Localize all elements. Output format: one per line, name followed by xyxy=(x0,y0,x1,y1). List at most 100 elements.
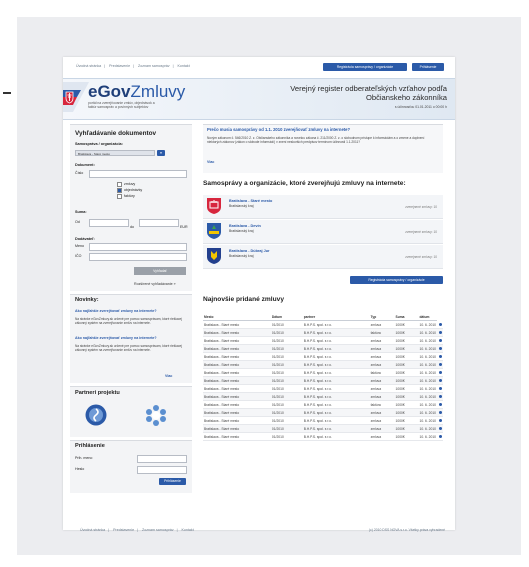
detail-dot-icon[interactable] xyxy=(439,355,442,359)
top-navigation: Úvodná stránka | Predstavenie | Zoznam sam… xyxy=(76,64,190,68)
table-row[interactable]: Bratislava - Staré mesto 01/2010 B.H.P.S. … xyxy=(203,328,443,337)
nav-link-contact[interactable]: Kontakt xyxy=(178,64,190,68)
table-cell: 10. 6. 2010 xyxy=(418,336,437,345)
table-row[interactable]: Bratislava - Staré mesto 01/2010 B.H.P.S. … xyxy=(203,344,443,353)
detail-dot-icon[interactable] xyxy=(439,395,442,399)
footer-link-home[interactable]: Úvodná stránka xyxy=(80,528,105,532)
detail-dot-icon[interactable] xyxy=(439,331,442,335)
detail-dot-icon[interactable] xyxy=(439,411,442,415)
detail-dot-icon[interactable] xyxy=(439,427,442,431)
table-row[interactable]: Bratislava - Staré mesto 01/2010 B.H.P.S. … xyxy=(203,416,443,425)
login-button[interactable]: Prihlásenie xyxy=(159,478,186,485)
table-row[interactable]: Bratislava - Staré mesto 01/2010 B.H.P.S. … xyxy=(203,384,443,393)
detail-dot-icon[interactable] xyxy=(439,387,442,391)
table-row[interactable]: Bratislava - Staré mesto 01/2010 B.H.P.S. … xyxy=(203,400,443,409)
news-link-2[interactable]: Ako najľahšie zverejňovať zmluvy na inte… xyxy=(75,336,175,340)
table-row[interactable]: Bratislava - Staré mesto 01/2010 B.H.P.S. … xyxy=(203,424,443,433)
nav-link-list[interactable]: Zoznam samospráv xyxy=(138,64,170,68)
table-cell: B.H.P.S. spol. s r.o. xyxy=(302,432,370,441)
table-cell: B.H.P.S. spol. s r.o. xyxy=(302,416,370,425)
table-row[interactable]: Bratislava - Staré mesto 01/2010 B.H.P.S. … xyxy=(203,392,443,401)
org-name-3[interactable]: Bratislava - Dúbraj Jur xyxy=(229,249,270,253)
table-cell: Bratislava - Staré mesto xyxy=(203,336,271,345)
table-row[interactable]: Bratislava - Staré mesto 01/2010 B.H.P.S. … xyxy=(203,360,443,369)
top-login-button[interactable]: Prihlásenie xyxy=(412,63,444,71)
detail-dot-icon[interactable] xyxy=(439,322,442,326)
partner-logo-2-icon[interactable] xyxy=(145,404,167,426)
col-sum[interactable]: Suma xyxy=(394,313,419,321)
search-button[interactable]: Vyhľadať xyxy=(134,267,186,275)
detail-dot-icon[interactable] xyxy=(439,403,442,407)
footer-link-about[interactable]: Predstavenie xyxy=(113,528,134,532)
table-row[interactable]: Bratislava - Staré mesto 01/2010 B.H.P.S. … xyxy=(203,368,443,377)
table-cell: 01/2010 xyxy=(270,416,303,425)
detail-dot-icon[interactable] xyxy=(439,347,442,351)
table-row[interactable]: Bratislava - Staré mesto 01/2010 B.H.P.S. … xyxy=(203,408,443,417)
sum-from-label: Od xyxy=(75,220,80,224)
footer-link-list[interactable]: Zoznam samospráv xyxy=(142,528,174,532)
table-cell: 10. 6. 2010 xyxy=(418,368,437,377)
login-pass-label: Heslo xyxy=(75,467,85,471)
number-label: Číslo xyxy=(75,171,84,175)
col-type[interactable]: Typ xyxy=(369,313,395,321)
intro-link[interactable]: Prečo musia samosprávy od 1.1. 2010 zver… xyxy=(207,127,437,132)
orgs-title: Samosprávy a organizácie, ktoré zverejňu… xyxy=(203,180,406,187)
intro-more-link[interactable]: Viac xyxy=(207,160,214,164)
org-row-3[interactable]: Bratislava - Dúbraj Jur Bratislavský kra… xyxy=(203,245,443,269)
nav-link-about[interactable]: Predstavenie xyxy=(109,64,130,68)
type-checkbox-invoices[interactable] xyxy=(117,194,122,199)
col-city[interactable]: Mesto xyxy=(203,313,271,321)
col-added[interactable]: dátum xyxy=(418,313,437,321)
detail-dot-icon[interactable] xyxy=(439,371,442,375)
login-user-input[interactable] xyxy=(137,455,187,463)
type-checkbox-orders[interactable] xyxy=(117,188,122,193)
detail-dot-icon[interactable] xyxy=(439,435,442,439)
footer-link-contact[interactable]: Kontakt xyxy=(182,528,194,532)
org-name-1[interactable]: Bratislava - Staré mesto xyxy=(229,199,272,203)
table-row[interactable]: Bratislava - Staré mesto 01/2010 B.H.P.S. … xyxy=(203,352,443,361)
org-select-chevron-icon[interactable]: ▾ xyxy=(157,150,165,156)
nav-link-home[interactable]: Úvodná stránka xyxy=(76,64,101,68)
table-cell: B.H.P.S. spol. s r.o. xyxy=(302,320,370,329)
table-cell: B.H.P.S. spol. s r.o. xyxy=(302,344,370,353)
table-row[interactable]: Bratislava - Staré mesto 01/2010 B.H.P.S. … xyxy=(203,336,443,345)
detail-dot-icon[interactable] xyxy=(439,339,442,343)
news-more-link[interactable]: Viac xyxy=(165,374,172,378)
top-register-button[interactable]: Registrácia samosprávy / organizácie xyxy=(323,63,407,71)
supplier-ico-input[interactable] xyxy=(89,253,187,261)
contracts-title: Najnovšie pridané zmluvy xyxy=(203,296,284,303)
news-text-1: Na stránke eGovZmluvy.sk určené pre pomo… xyxy=(75,317,182,325)
table-cell: 01/2010 xyxy=(270,320,303,329)
detail-cell xyxy=(437,336,443,345)
table-cell: zmluva xyxy=(369,336,395,345)
supplier-name-input[interactable] xyxy=(89,243,187,251)
table-row[interactable]: Bratislava - Staré mesto 01/2010 B.H.P.S. … xyxy=(203,376,443,385)
sum-from-input[interactable] xyxy=(89,219,129,227)
sum-to-input[interactable] xyxy=(139,219,179,227)
register-org-button[interactable]: Registrácia samosprávy / organizácie xyxy=(350,276,443,284)
advanced-search-link[interactable]: Rozšírené vyhľadávanie » xyxy=(134,282,176,286)
table-cell: Bratislava - Staré mesto xyxy=(203,416,271,425)
type-label-orders: objednávky xyxy=(124,188,143,192)
table-row[interactable]: Bratislava - Staré mesto 01/2010 B.H.P.S. … xyxy=(203,432,443,441)
site-logo[interactable]: eGovZmluvy xyxy=(88,82,185,102)
org-name-2[interactable]: Bratislava - Devín xyxy=(229,224,261,228)
detail-dot-icon[interactable] xyxy=(439,363,442,367)
type-checkbox-contracts[interactable] xyxy=(117,182,122,187)
number-input[interactable] xyxy=(89,170,187,178)
login-pass-input[interactable] xyxy=(137,466,187,474)
org-row-2[interactable]: Bratislava - Devín Bratislavský kraj zve… xyxy=(203,220,443,244)
col-date[interactable]: Dátum xyxy=(270,313,303,321)
detail-dot-icon[interactable] xyxy=(439,419,442,423)
table-row[interactable]: Bratislava - Staré mesto 01/2010 B.H.P.S. … xyxy=(203,320,443,329)
org-select[interactable]: Bratislava - Staré mesto xyxy=(75,150,155,156)
org-row-1[interactable]: Bratislava - Staré mesto Bratislavský kr… xyxy=(203,195,443,219)
news-link-1[interactable]: Ako najľahšie zverejňovať zmluvy na inte… xyxy=(75,309,175,313)
table-cell: B.H.P.S. spol. s r.o. xyxy=(302,384,370,393)
partner-logo-1-icon[interactable] xyxy=(85,404,107,426)
sum-to-label: do xyxy=(130,225,134,229)
detail-dot-icon[interactable] xyxy=(439,379,442,383)
col-partner[interactable]: partner xyxy=(302,313,370,321)
table-cell: 10. 6. 2010 xyxy=(418,360,437,369)
table-cell: 1000€ xyxy=(394,392,419,401)
